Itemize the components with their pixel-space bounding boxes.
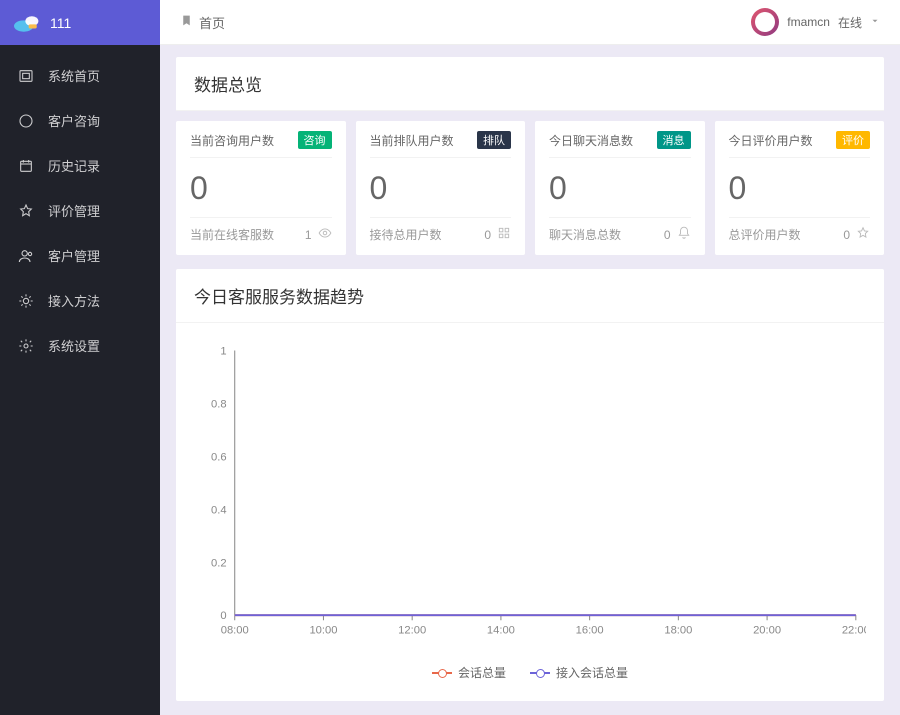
chart-area: 0 0.2 0.4 0.6 0.8 1 08:00 10:00 12:00 14:00 16:00 1… [176, 323, 884, 701]
breadcrumb-text: 首页 [199, 13, 225, 32]
stat-badge: 排队 [477, 131, 511, 149]
stat-head-label: 今日聊天消息数 [549, 132, 633, 149]
stat-value: 0 [370, 158, 512, 217]
svg-text:08:00: 08:00 [221, 625, 249, 637]
eye-icon [318, 226, 332, 243]
stat-head-label: 今日评价用户数 [729, 132, 813, 149]
chart-title: 今日客服服务数据趋势 [176, 269, 884, 323]
nav-label: 接入方法 [48, 291, 100, 310]
star-icon [18, 203, 34, 219]
legend-label: 接入会话总量 [556, 664, 628, 681]
nav-item-review[interactable]: 评价管理 [0, 188, 160, 233]
svg-text:14:00: 14:00 [487, 625, 515, 637]
star-outline-icon [856, 226, 870, 243]
chat-icon [18, 113, 34, 129]
stat-head-label: 当前排队用户数 [370, 132, 454, 149]
stat-value: 0 [190, 158, 332, 217]
content: 数据总览 当前咨询用户数 咨询 0 当前在线客服数 1 [160, 45, 900, 715]
stat-foot-label: 接待总用户数 [370, 226, 442, 243]
svg-text:0.4: 0.4 [211, 504, 227, 516]
svg-text:16:00: 16:00 [576, 625, 604, 637]
nav-label: 客户管理 [48, 246, 100, 265]
nav-item-integration[interactable]: 接入方法 [0, 278, 160, 323]
chart-panel: 今日客服服务数据趋势 0 0.2 0.4 0.6 0.8 1 08:00 10:00 12:00… [176, 269, 884, 701]
stat-badge: 消息 [657, 131, 691, 149]
stat-value: 0 [729, 158, 871, 217]
svg-text:1: 1 [220, 346, 226, 358]
bell-icon [677, 226, 691, 243]
breadcrumb[interactable]: 首页 [180, 13, 225, 32]
user-name: fmamcn [787, 15, 830, 29]
stat-foot-value: 1 [305, 228, 312, 242]
nav-label: 系统首页 [48, 66, 100, 85]
users-icon [18, 248, 34, 264]
gear-icon [18, 338, 34, 354]
stat-foot-label: 聊天消息总数 [549, 226, 621, 243]
nav-item-customers[interactable]: 客户管理 [0, 233, 160, 278]
legend-swatch [432, 672, 452, 674]
stat-foot-label: 当前在线客服数 [190, 226, 274, 243]
avatar [751, 8, 779, 36]
stat-badge: 评价 [836, 131, 870, 149]
legend-item[interactable]: 会话总量 [432, 664, 506, 681]
brand-logo-icon [14, 13, 40, 33]
svg-text:20:00: 20:00 [753, 625, 781, 637]
stat-card-consult: 当前咨询用户数 咨询 0 当前在线客服数 1 [176, 121, 346, 255]
brand-title: 111 [50, 15, 71, 31]
chevron-down-icon [870, 15, 880, 29]
nav-label: 评价管理 [48, 201, 100, 220]
chart-legend: 会话总量 接入会话总量 [194, 658, 866, 681]
nav-label: 历史记录 [48, 156, 100, 175]
home-icon [18, 68, 34, 84]
nav-item-history[interactable]: 历史记录 [0, 143, 160, 188]
overview-title: 数据总览 [176, 57, 884, 111]
svg-text:0.2: 0.2 [211, 557, 227, 569]
svg-text:12:00: 12:00 [398, 625, 426, 637]
topbar: 首页 fmamcn 在线 [160, 0, 900, 45]
user-menu[interactable]: fmamcn 在线 [751, 8, 880, 36]
stat-foot-label: 总评价用户数 [729, 226, 801, 243]
nav-item-settings[interactable]: 系统设置 [0, 323, 160, 368]
svg-text:10:00: 10:00 [309, 625, 337, 637]
nav-label: 客户咨询 [48, 111, 100, 130]
history-icon [18, 158, 34, 174]
stat-foot-value: 0 [664, 228, 671, 242]
stat-card-reviews: 今日评价用户数 评价 0 总评价用户数 0 [715, 121, 885, 255]
sidebar: 111 系统首页 客户咨询 历史记录 评价管理 客户管理 [0, 0, 160, 715]
legend-swatch [530, 672, 550, 674]
nav-item-home[interactable]: 系统首页 [0, 53, 160, 98]
grid-icon [497, 226, 511, 243]
svg-text:0: 0 [220, 610, 226, 622]
stat-card-messages: 今日聊天消息数 消息 0 聊天消息总数 0 [535, 121, 705, 255]
stat-head-label: 当前咨询用户数 [190, 132, 274, 149]
overview-panel: 数据总览 [176, 57, 884, 111]
nav-label: 系统设置 [48, 336, 100, 355]
legend-item[interactable]: 接入会话总量 [530, 664, 628, 681]
stat-foot-value: 0 [484, 228, 491, 242]
stat-badge: 咨询 [298, 131, 332, 149]
bookmark-icon [180, 14, 193, 30]
svg-text:0.8: 0.8 [211, 398, 227, 410]
legend-label: 会话总量 [458, 664, 506, 681]
plug-icon [18, 293, 34, 309]
stat-foot-value: 0 [843, 228, 850, 242]
stat-value: 0 [549, 158, 691, 217]
user-status: 在线 [838, 14, 862, 31]
stats-row: 当前咨询用户数 咨询 0 当前在线客服数 1 当前排队用 [176, 121, 884, 255]
brand[interactable]: 111 [0, 0, 160, 45]
nav-item-consult[interactable]: 客户咨询 [0, 98, 160, 143]
svg-text:0.6: 0.6 [211, 451, 227, 463]
svg-text:18:00: 18:00 [664, 625, 692, 637]
stat-card-queue: 当前排队用户数 排队 0 接待总用户数 0 [356, 121, 526, 255]
svg-text:22:00: 22:00 [842, 625, 866, 637]
sidebar-nav: 系统首页 客户咨询 历史记录 评价管理 客户管理 接入方法 [0, 45, 160, 368]
chart-svg: 0 0.2 0.4 0.6 0.8 1 08:00 10:00 12:00 14:00 16:00 1… [194, 333, 866, 653]
